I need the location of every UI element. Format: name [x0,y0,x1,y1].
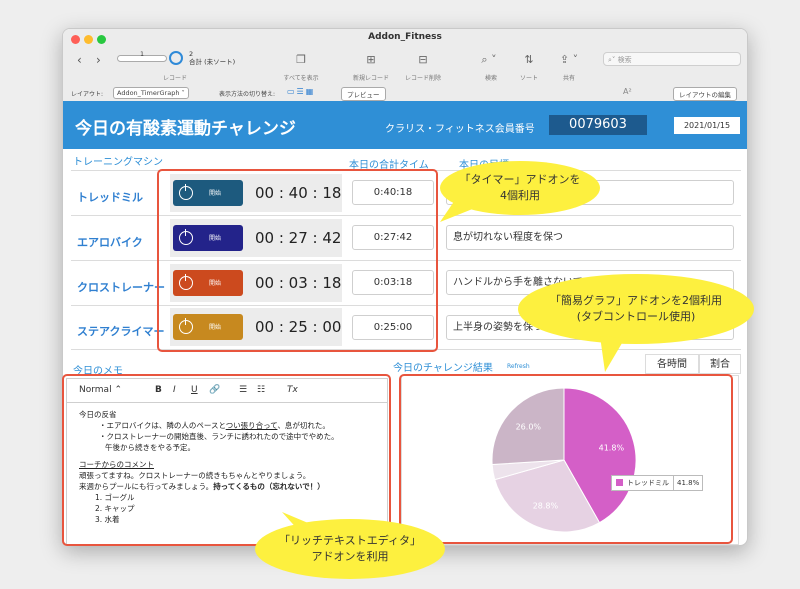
layout-bar: レイアウト: Addon_TimerGraph ˅ 表示方法の切り替え: ▭☰▦… [63,86,747,101]
new-record-button[interactable]: 新規レコード [346,73,396,82]
view-switch-label: 表示方法の切り替え: [219,91,276,98]
tab-ratio[interactable]: 割合 [699,354,741,374]
record-number[interactable]: 1 [117,51,167,58]
graph-callout-line: 「簡易グラフ」アドオンを2個利用 [550,294,722,307]
preview-button[interactable]: プレビュー [341,87,386,101]
new-record-icon: ⊞ [366,53,376,66]
show-all-button[interactable]: すべてを表示 [273,73,329,82]
sort-icon: ⇅ [524,53,534,66]
title-bar: Addon_Fitness ‹ › 1 2 合計 (未ソート) レコード ❐ す… [63,29,747,111]
share-icon: ⇪ ˅ [559,53,579,66]
record-count-value: 2 [189,50,194,58]
layout-label: レイアウト: [71,91,104,98]
timer-callout: 「タイマー」アドオンを 4個利用 [450,172,590,204]
member-number-field[interactable]: 0079603 [549,115,647,135]
timer-callout-line: 「タイマー」アドオンを [459,173,581,186]
sort-button[interactable]: ソート [511,73,547,82]
machine-name: クロストレーナー [77,281,165,294]
goal-field[interactable]: 息が切れない程度を保つ [446,225,734,250]
timer-highlight-box [157,169,438,352]
layout-select[interactable]: Addon_TimerGraph ˅ [113,87,189,99]
search-input[interactable]: ⌕˅ 検索 [603,52,741,66]
machine-name: トレッドミル [77,191,143,204]
find-button[interactable]: 検索 [473,73,509,82]
graph-highlight-box [399,374,733,544]
edit-layout-button[interactable]: レイアウトの編集 [673,87,737,101]
record-pie-icon [169,51,183,65]
date-field[interactable]: 2021/01/15 [674,117,740,134]
tab-each-time[interactable]: 各時間 [645,354,699,374]
search-placeholder: 検索 [617,56,632,64]
record-count: 2 合計 (未ソート) [189,50,235,66]
editor-callout-line: アドオンを利用 [311,550,389,563]
show-all-icon: ❐ [296,53,306,66]
record-count-note: 合計 (未ソート) [189,58,236,66]
header-banner: 今日の有酸素運動チャレンジ クラリス・フィットネス会員番号 0079603 20… [63,101,747,149]
next-record-icon[interactable]: › [96,53,101,67]
search-field-icon: ⌕˅ [608,56,618,64]
results-label: 今日のチャレンジ結果 [393,363,493,374]
record-label: レコード [162,75,187,82]
editor-highlight-box [62,374,391,546]
view-switch-icons[interactable]: ▭☰▦ [287,87,315,96]
machine-name: ステアクライマー [77,325,165,338]
editor-callout: 「リッチテキストエディタ」 アドオンを利用 [265,533,435,565]
previous-record-icon[interactable]: ‹ [77,53,82,67]
goal-label: 本日の目標 [459,160,509,171]
delete-record-button[interactable]: レコード削除 [398,73,448,82]
timer-callout-line: 4個利用 [500,189,540,202]
machines-label: トレーニングマシン [73,157,163,168]
member-number-label: クラリス・フィットネス会員番号 [385,124,535,135]
share-button[interactable]: 共有 [551,73,587,82]
page-title: 今日の有酸素運動チャレンジ [75,119,296,139]
text-size-icon[interactable]: A² [623,87,632,96]
goal-field[interactable]: ハンドルから手を離さないでペダリングすること [446,270,734,295]
search-icon: ⌕ ˅ [481,53,497,66]
graph-callout: 「簡易グラフ」アドオンを2個利用 (タブコントロール使用) [522,293,750,325]
machine-name: エアロバイク [77,236,143,249]
refresh-link[interactable]: Refresh [507,363,530,370]
graph-callout-line: (タブコントロール使用) [576,310,696,323]
delete-record-icon: ⊟ [418,53,428,66]
editor-callout-line: 「リッチテキストエディタ」 [279,534,421,547]
window-title: Addon_Fitness [368,32,442,42]
